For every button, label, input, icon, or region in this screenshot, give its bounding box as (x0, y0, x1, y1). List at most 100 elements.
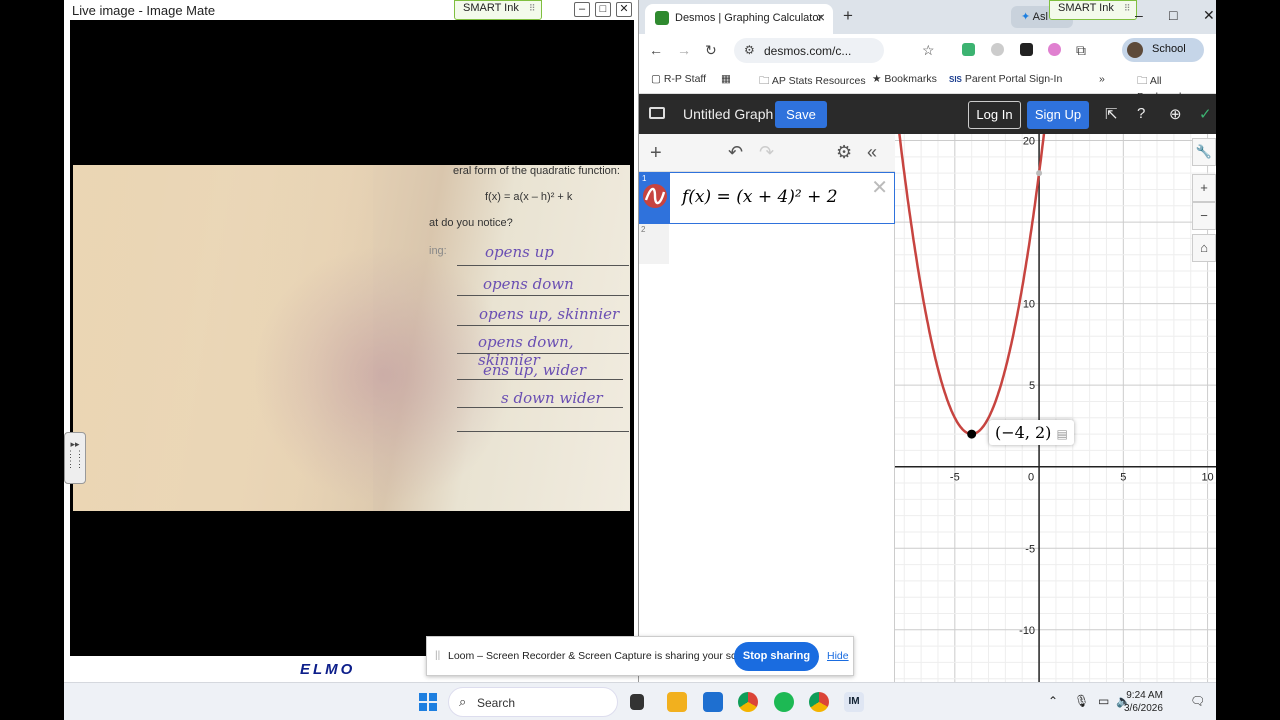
file-explorer-icon[interactable] (667, 692, 687, 712)
more-bookmarks-icon[interactable]: » (1099, 73, 1105, 85)
clock[interactable]: 9:24 AM 3/6/2026 (1124, 689, 1163, 715)
y-intercept-point (1036, 170, 1043, 177)
close-button[interactable]: ✕ (1203, 7, 1215, 24)
answer-line (457, 265, 629, 266)
curve-toggle-icon[interactable] (643, 184, 667, 208)
login-button[interactable]: Log In (968, 101, 1021, 129)
expression-latex[interactable]: f(x) = (x + 4)² + 2 (682, 187, 838, 207)
folder-icon[interactable] (649, 107, 665, 119)
new-tab-button[interactable]: + (843, 6, 853, 26)
chrome-profile-icon[interactable] (809, 692, 829, 712)
store-icon[interactable] (703, 692, 723, 712)
elmo-logo: ELMO (300, 661, 356, 678)
minimize-button[interactable]: – (1135, 7, 1143, 23)
point-label[interactable]: (−4, 2) ▤ (989, 420, 1074, 445)
bookmark-star-icon[interactable]: ☆ (922, 42, 935, 59)
expression-number: 1 (642, 174, 647, 183)
maximize-button[interactable]: □ (595, 2, 611, 17)
windows-start-icon[interactable] (419, 693, 437, 711)
close-button[interactable]: ✕ (616, 2, 632, 17)
hide-link[interactable]: Hide (827, 650, 849, 662)
share-icon[interactable]: ⇱ (1105, 105, 1118, 123)
spotify-icon[interactable] (774, 692, 794, 712)
side-panel-handle[interactable]: ▸▸ ⋮⋮ ⋮⋮ (64, 432, 86, 484)
expression-tab[interactable]: 1 (640, 173, 670, 223)
home-icon[interactable]: ⌂ (1192, 234, 1216, 262)
tab-strip: Desmos | Graphing Calculator × + ✦ Asl S… (639, 0, 1216, 34)
smart-ink-toolbar[interactable]: SMART Ink ⠿ (454, 0, 543, 20)
forward-icon[interactable]: → (677, 42, 691, 58)
answer-3: opens up, skinnier (479, 305, 620, 323)
bookmark-label: Bookmarks (884, 73, 937, 85)
extension-icon[interactable] (991, 43, 1004, 56)
back-icon[interactable]: ← (649, 42, 663, 58)
camera-image: eral form of the quadratic function: f(x… (73, 165, 630, 511)
extension-icon[interactable] (1048, 43, 1061, 56)
notifications-icon[interactable]: 🗨 (1190, 694, 1205, 708)
loom-message: Loom – Screen Recorder & Screen Capture … (448, 650, 761, 662)
extension-icon[interactable] (1020, 43, 1033, 56)
graph-canvas[interactable]: -5 0 5 10 20 10 5 -5 -10 (886, 26, 1216, 682)
image-mate-taskbar-icon[interactable]: IM (844, 692, 864, 712)
clock-time: 9:24 AM (1126, 690, 1163, 701)
copy-icon[interactable]: ▤ (1057, 427, 1068, 441)
answer-line (457, 353, 629, 354)
site-settings-icon[interactable]: ⚙ (744, 43, 755, 57)
extension-icon[interactable] (962, 43, 975, 56)
apps-grid-icon[interactable]: ▦ (721, 73, 731, 85)
reload-icon[interactable]: ↻ (705, 42, 717, 59)
y-tick-label: 20 (1023, 136, 1035, 148)
chrome-icon[interactable] (738, 692, 758, 712)
expression-row-2[interactable]: 2 (639, 224, 669, 264)
address-bar[interactable]: ⚙ desmos.com/c... (734, 38, 884, 63)
help-icon[interactable]: ? (1137, 105, 1145, 122)
undo-icon[interactable]: ↶ (728, 142, 743, 163)
bookmark-ap-stats[interactable]: 🗀 AP Stats Resources (759, 73, 866, 91)
image-mate-window: Live image - Image Mate SMART Ink ⠿ – □ ✕… (64, 0, 638, 682)
collapse-panel-icon[interactable]: « (867, 142, 877, 163)
bookmark-parent-portal[interactable]: SIS Parent Portal Sign-In (949, 73, 1062, 85)
y-tick-label: 5 (1029, 380, 1035, 392)
minimize-button[interactable]: – (574, 2, 590, 17)
answer-2: opens down (483, 275, 574, 293)
tab-close-icon[interactable]: × (817, 9, 825, 25)
y-tick-label: -5 (1025, 543, 1035, 555)
maximize-button[interactable]: □ (1169, 7, 1177, 23)
stop-sharing-button[interactable]: Stop sharing (734, 642, 819, 671)
save-button[interactable]: Save (775, 101, 827, 128)
network-icon[interactable]: ▭ (1098, 694, 1109, 708)
wrench-icon[interactable]: 🔧 (1192, 138, 1216, 166)
extensions-puzzle-icon[interactable]: ⧉ (1076, 42, 1086, 59)
profile-button[interactable]: School (1122, 38, 1204, 62)
graph-paper[interactable]: -5 0 5 10 20 10 5 -5 -10 (−4, 2) ▤ 🔧 + − ⌂ (886, 26, 1216, 682)
signup-button[interactable]: Sign Up (1027, 101, 1089, 129)
drag-handle-icon[interactable]: || (435, 650, 440, 661)
browser-toolbar: ← → ↻ ⚙ desmos.com/c... ☆ ⧉ School (639, 34, 1216, 66)
redo-icon[interactable]: ↷ (759, 142, 774, 163)
grip-icon: ⠿ (1123, 3, 1131, 13)
desmos-favicon (655, 11, 669, 25)
settings-gear-icon[interactable]: ⚙ (836, 142, 852, 163)
bookmark-rp-staff[interactable]: ▢ R-P Staff (651, 73, 706, 85)
smart-ink-toolbar[interactable]: SMART Ink ⠿ (1049, 0, 1138, 20)
answer-line (457, 295, 629, 296)
bookmark-bookmarks[interactable]: ★ Bookmarks (872, 73, 937, 85)
globe-icon[interactable]: ⊕ (1169, 105, 1182, 123)
graph-title[interactable]: Untitled Graph (683, 106, 773, 122)
tab-desmos[interactable]: Desmos | Graphing Calculator × (645, 4, 833, 34)
task-view-icon[interactable] (630, 694, 644, 710)
delete-expression-icon[interactable]: ✕ (871, 175, 888, 200)
taskbar-search[interactable]: ⌕ Search (448, 687, 618, 717)
microphone-icon[interactable]: 🎙 (1074, 694, 1089, 708)
loom-sharing-bar: || Loom – Screen Recorder & Screen Captu… (426, 636, 854, 676)
expression-row-1[interactable]: 1 f(x) = (x + 4)² + 2 ✕ (639, 172, 895, 224)
show-hidden-icons[interactable]: ⌃ (1048, 694, 1058, 708)
image-mate-titlebar[interactable]: Live image - Image Mate SMART Ink ⠿ – □ ✕ (64, 0, 638, 20)
y-tick-label: -10 (1019, 625, 1035, 637)
url-text: desmos.com/c... (764, 44, 852, 58)
zoom-in-button[interactable]: + (1192, 174, 1216, 202)
add-item-icon[interactable]: + (650, 142, 662, 165)
zoom-out-button[interactable]: − (1192, 202, 1216, 230)
search-label: Search (477, 696, 516, 710)
vertex-point (967, 429, 977, 439)
